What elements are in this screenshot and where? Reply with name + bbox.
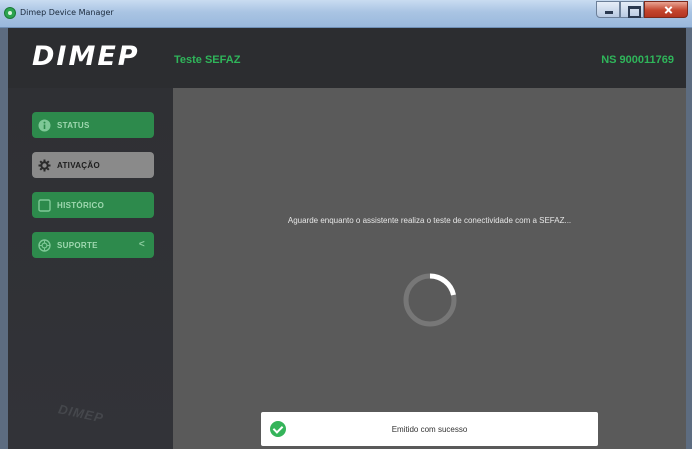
sidebar: STATUS ATIVAÇÃO HISTÓRICO SUPORTE < DIME… bbox=[8, 88, 173, 449]
sidebar-item-label: SUPORTE bbox=[57, 240, 98, 250]
header-bar: DIMEP Teste SEFAZ NS 900011769 bbox=[8, 28, 686, 88]
main-content: Aguarde enquanto o assistente realiza o … bbox=[173, 88, 686, 449]
dimep-watermark: DIMEP bbox=[56, 401, 106, 426]
page-title: Teste SEFAZ bbox=[174, 54, 241, 66]
success-toast: Emitido com sucesso bbox=[261, 412, 598, 446]
close-button[interactable] bbox=[644, 1, 688, 18]
lifebuoy-icon bbox=[38, 238, 51, 252]
sidebar-item-ativacao[interactable]: ATIVAÇÃO bbox=[32, 152, 154, 178]
dimep-logo: DIMEP bbox=[32, 41, 140, 72]
window-title: Dimep Device Manager bbox=[20, 8, 114, 17]
document-icon bbox=[38, 198, 51, 212]
sidebar-item-historico[interactable]: HISTÓRICO bbox=[32, 192, 154, 218]
maximize-button[interactable] bbox=[620, 1, 644, 18]
sidebar-item-label: ATIVAÇÃO bbox=[57, 160, 100, 170]
gear-icon bbox=[38, 159, 51, 172]
serial-number: NS 900011769 bbox=[601, 54, 674, 66]
status-message: Aguarde enquanto o assistente realiza o … bbox=[287, 216, 572, 225]
toast-text: Emitido com sucesso bbox=[391, 424, 468, 434]
chevron-left-icon: < bbox=[138, 239, 145, 250]
sidebar-item-suporte[interactable]: SUPORTE < bbox=[32, 232, 154, 258]
sidebar-item-label: STATUS bbox=[57, 120, 90, 130]
info-icon bbox=[38, 119, 51, 132]
loading-spinner bbox=[400, 270, 460, 330]
check-circle-icon bbox=[270, 421, 286, 437]
window-titlebar[interactable]: Dimep Device Manager bbox=[0, 0, 692, 28]
sidebar-item-status[interactable]: STATUS bbox=[32, 112, 154, 138]
app-icon bbox=[4, 7, 16, 19]
app-window: DIMEP Teste SEFAZ NS 900011769 STATUS AT… bbox=[8, 28, 686, 449]
minimize-button[interactable] bbox=[596, 1, 620, 18]
sidebar-item-label: HISTÓRICO bbox=[57, 200, 105, 210]
